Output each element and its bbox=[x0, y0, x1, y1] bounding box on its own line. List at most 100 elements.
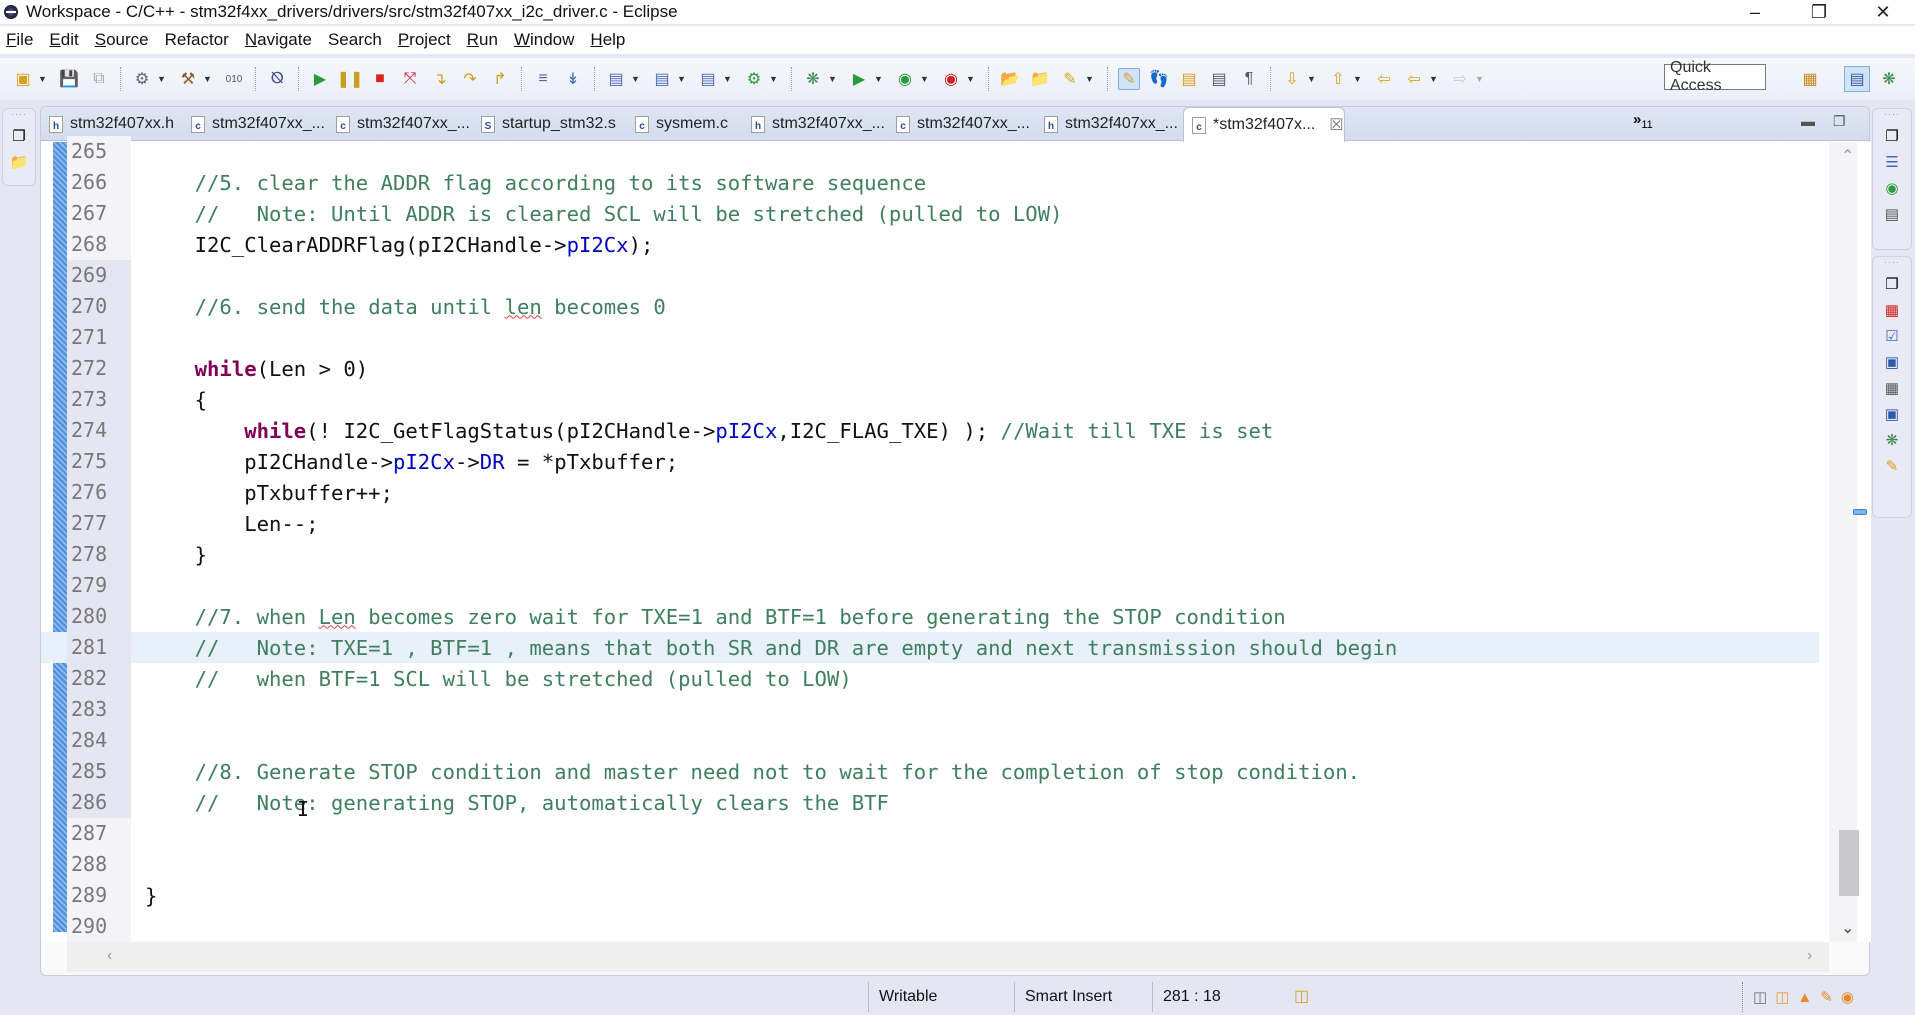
code-line[interactable]: 276 pTxbuffer++; bbox=[41, 477, 1819, 508]
search-pen-icon[interactable]: ✎ bbox=[1059, 68, 1081, 90]
menu-window[interactable]: Window bbox=[514, 30, 574, 50]
step-into-icon[interactable]: ↴ bbox=[429, 68, 451, 90]
quick-access-input[interactable]: Quick Access bbox=[1664, 59, 1766, 94]
code-line[interactable]: 277 Len--; bbox=[41, 508, 1819, 539]
code-line[interactable]: 280 //7. when Len becomes zero wait for … bbox=[41, 601, 1819, 632]
code-line[interactable]: 289} bbox=[41, 880, 1819, 911]
scroll-left-icon[interactable]: ‹ bbox=[107, 947, 112, 965]
code-line[interactable]: 271 bbox=[41, 322, 1819, 353]
code-line[interactable]: 274 while(! I2C_GetFlagStatus(pI2CHandle… bbox=[41, 415, 1819, 446]
search-dropdown-icon[interactable]: ▼ bbox=[1085, 74, 1095, 84]
new-folder-dropdown-icon[interactable]: ▼ bbox=[677, 74, 687, 84]
problems-icon[interactable]: ▦ bbox=[1881, 297, 1903, 323]
code-editor[interactable]: 265 266 //5. clear the ADDR flag accordin… bbox=[41, 136, 1871, 942]
drop-to-frame-icon[interactable]: ↡ bbox=[562, 68, 584, 90]
code-line[interactable]: 284 bbox=[41, 725, 1819, 756]
vertical-scrollbar[interactable]: ⌃ ⌄ bbox=[1829, 142, 1859, 942]
save-icon[interactable]: 💾 bbox=[58, 68, 80, 90]
code-line[interactable]: 290 bbox=[41, 911, 1819, 942]
overview-icon[interactable]: ◫ bbox=[1775, 988, 1789, 1006]
close-button[interactable]: ✕ bbox=[1851, 0, 1915, 24]
code-line[interactable]: 283 bbox=[41, 694, 1819, 725]
back-icon[interactable]: ⇦ bbox=[1403, 68, 1425, 90]
tab-overflow-button[interactable]: »11 bbox=[1633, 111, 1653, 131]
suspend-icon[interactable]: ❚❚ bbox=[337, 68, 364, 90]
previous-annotation-icon[interactable]: ⇧ bbox=[1327, 68, 1349, 90]
disconnect-icon[interactable]: ⤧ bbox=[399, 68, 421, 90]
project-explorer-icon[interactable]: 📁 bbox=[8, 149, 30, 175]
run-dropdown-icon[interactable]: ▼ bbox=[874, 74, 884, 84]
menu-run[interactable]: Run bbox=[467, 30, 498, 50]
console-icon[interactable]: ▣ bbox=[1881, 349, 1903, 375]
progress-icon[interactable]: ◫ bbox=[1294, 986, 1309, 1006]
debug-perspective-icon[interactable]: ❋ bbox=[1876, 66, 1902, 92]
task-list-icon[interactable]: ▤ bbox=[1881, 201, 1903, 227]
last-edit-location-icon[interactable]: ⇦ bbox=[1373, 68, 1395, 90]
trim-handle[interactable]: ···· bbox=[3, 109, 35, 123]
menu-navigate[interactable]: Navigate bbox=[245, 30, 312, 50]
code-line[interactable]: 267 // Note: Until ADDR is cleared SCL w… bbox=[41, 198, 1819, 229]
tutorials-icon[interactable]: ▲ bbox=[1797, 989, 1812, 1006]
code-line[interactable]: 287 bbox=[41, 818, 1819, 849]
coverage-dropdown-icon[interactable]: ▼ bbox=[920, 74, 930, 84]
code-line[interactable]: 282 // when BTF=1 SCL will be stretched … bbox=[41, 663, 1819, 694]
new-cpp-project-icon[interactable]: ▤ bbox=[605, 68, 627, 90]
block-selection-icon[interactable]: ▤ bbox=[1208, 68, 1230, 90]
close-tab-icon[interactable]: ☒ bbox=[1329, 115, 1343, 135]
back-dropdown-icon[interactable]: ▼ bbox=[1429, 74, 1439, 84]
code-line[interactable]: 272 while(Len > 0) bbox=[41, 353, 1819, 384]
terminate-icon[interactable]: ■ bbox=[369, 68, 391, 90]
new-class-dropdown-icon[interactable]: ▼ bbox=[769, 74, 779, 84]
menu-project[interactable]: Project bbox=[398, 30, 451, 50]
samples-icon[interactable]: ✎ bbox=[1820, 988, 1833, 1006]
build-targets-icon[interactable]: ◉ bbox=[1881, 175, 1903, 201]
build-config-dropdown-icon[interactable]: ▼ bbox=[157, 74, 167, 84]
overview-ruler-marker[interactable] bbox=[1853, 509, 1867, 515]
build-config-icon[interactable]: ⚙ bbox=[131, 68, 153, 90]
next-annotation-icon[interactable]: ⇩ bbox=[1281, 68, 1303, 90]
menu-help[interactable]: Help bbox=[590, 30, 625, 50]
build-hammer-icon[interactable]: ⚒ bbox=[177, 68, 199, 90]
code-line[interactable]: 278 } bbox=[41, 539, 1819, 570]
footprints-icon[interactable]: 👣 bbox=[1148, 68, 1170, 90]
outline-icon[interactable]: ☰ bbox=[1881, 149, 1903, 175]
code-line[interactable]: 269 bbox=[41, 260, 1819, 291]
debug-icon[interactable]: ❋ bbox=[802, 68, 824, 90]
maximize-editor-icon[interactable]: ❐ bbox=[1833, 113, 1846, 130]
horizontal-scrollbar[interactable]: ‹ › bbox=[67, 942, 1829, 972]
scroll-down-icon[interactable]: ⌄ bbox=[1841, 918, 1854, 938]
new-project-dropdown-icon[interactable]: ▼ bbox=[631, 74, 641, 84]
restore-icon[interactable]: ❐ bbox=[8, 123, 30, 149]
code-line[interactable]: 281 // Note: TXE=1 , BTF=1 , means that … bbox=[41, 632, 1819, 663]
minimize-editor-icon[interactable]: ▬ bbox=[1801, 113, 1815, 129]
debug-dropdown-icon[interactable]: ▼ bbox=[828, 74, 838, 84]
debug-view-icon[interactable]: ❋ bbox=[1881, 427, 1903, 453]
menu-file[interactable]: File bbox=[6, 30, 33, 50]
coverage-icon[interactable]: ◉ bbox=[894, 68, 916, 90]
show-whitespace-icon[interactable]: ¶ bbox=[1238, 68, 1260, 90]
resume-icon[interactable]: ▶ bbox=[309, 68, 331, 90]
debug-console-icon[interactable]: ▣ bbox=[1881, 401, 1903, 427]
mark-occurrences-icon[interactable]: ✎ bbox=[1118, 68, 1140, 90]
menu-search[interactable]: Search bbox=[328, 30, 382, 50]
new-class-icon[interactable]: ⚙ bbox=[743, 68, 765, 90]
instruction-stepping-icon[interactable]: ≡ bbox=[532, 68, 554, 90]
code-line[interactable]: 268 I2C_ClearADDRFlag(pI2CHandle->pI2Cx)… bbox=[41, 229, 1819, 260]
open-perspective-icon[interactable]: ▦ bbox=[1797, 66, 1823, 92]
restore-icon[interactable]: ❐ bbox=[1881, 271, 1903, 297]
code-line[interactable]: 265 bbox=[41, 136, 1819, 167]
menu-source[interactable]: Source bbox=[95, 30, 149, 50]
step-over-icon[interactable]: ↷ bbox=[459, 68, 481, 90]
code-line[interactable]: 288 bbox=[41, 849, 1819, 880]
next-annotation-dropdown-icon[interactable]: ▼ bbox=[1307, 74, 1317, 84]
cpp-perspective-icon[interactable]: ▤ bbox=[1844, 66, 1870, 92]
minimize-button[interactable]: – bbox=[1723, 0, 1787, 24]
tasks-icon[interactable]: ☑ bbox=[1881, 323, 1903, 349]
forward-dropdown-icon[interactable]: ▼ bbox=[1475, 74, 1485, 84]
run-icon[interactable]: ▶ bbox=[848, 68, 870, 90]
trim-handle[interactable]: ···· bbox=[1884, 257, 1900, 271]
previous-annotation-dropdown-icon[interactable]: ▼ bbox=[1353, 74, 1363, 84]
code-line[interactable]: 275 pI2CHandle->pI2Cx->DR = *pTxbuffer; bbox=[41, 446, 1819, 477]
new-file-dropdown-icon[interactable]: ▼ bbox=[723, 74, 733, 84]
search-view-icon[interactable]: ✎ bbox=[1881, 453, 1903, 479]
